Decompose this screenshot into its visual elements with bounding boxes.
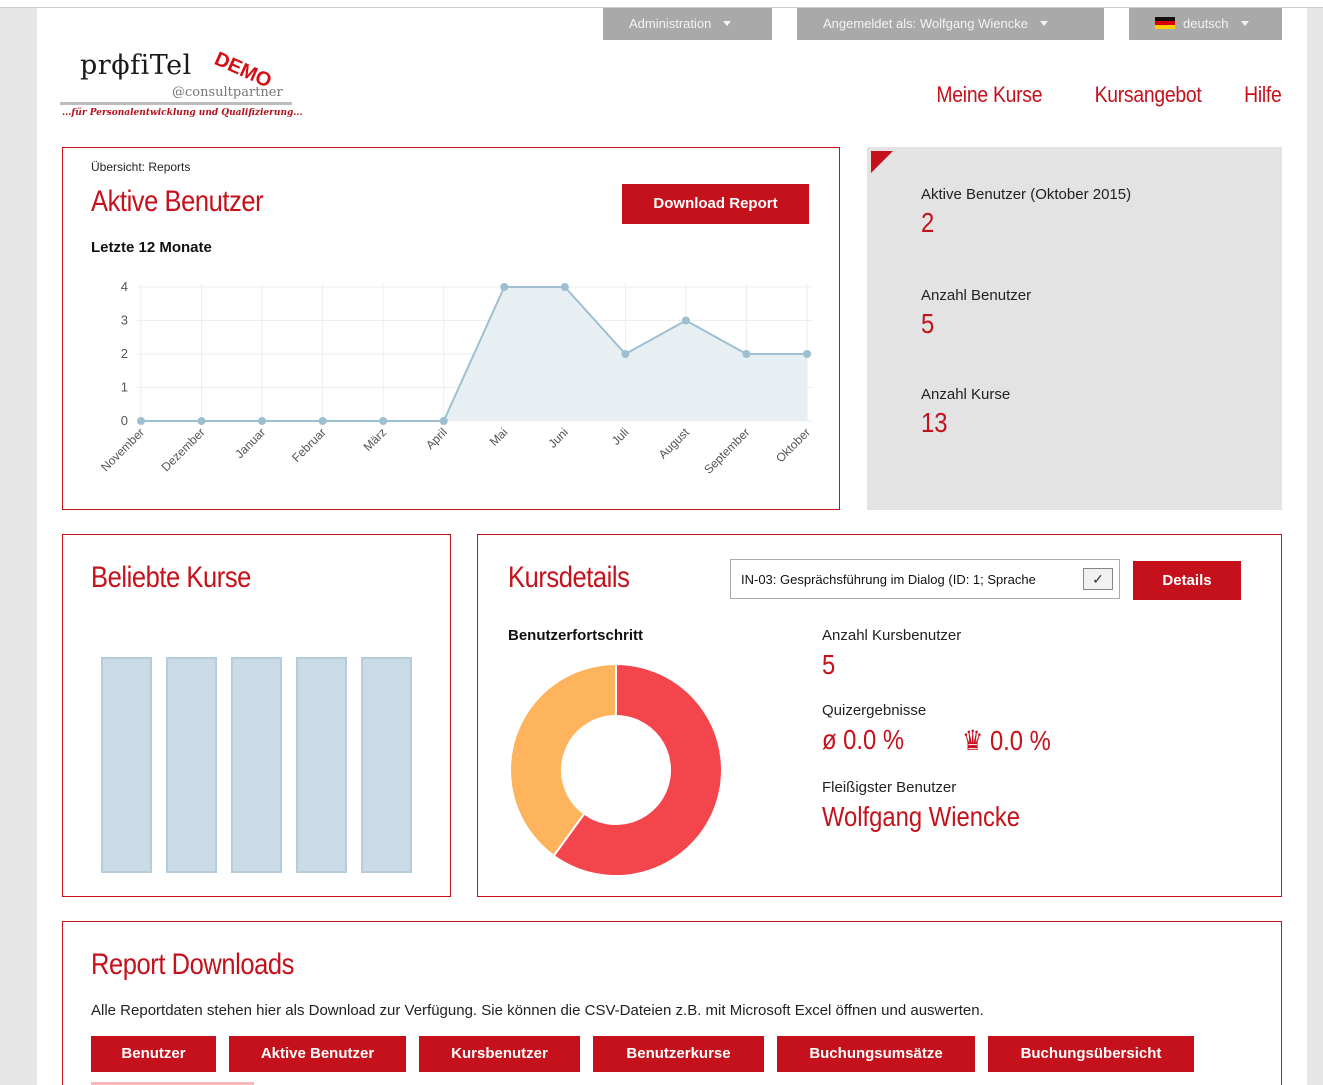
data-point bbox=[137, 417, 145, 425]
quiz-best-value: ♛ 0.0 % bbox=[962, 725, 1051, 756]
top-user-label: Fleißigster Benutzer bbox=[822, 779, 957, 796]
panel-title: Report Downloads bbox=[91, 948, 294, 981]
browser-top-edge bbox=[0, 0, 1323, 8]
x-tick-label: Mai bbox=[487, 425, 511, 449]
data-point bbox=[621, 350, 630, 358]
popular-course-bar bbox=[166, 657, 217, 873]
report-downloads-panel: Report Downloads Alle Reportdaten stehen… bbox=[62, 921, 1282, 1085]
download-benutzer-button[interactable]: Benutzer bbox=[91, 1036, 216, 1072]
popular-course-bar bbox=[231, 657, 282, 873]
data-point bbox=[379, 417, 388, 425]
profitel-logo[interactable]: prϕfiTel DEMO @consultpartner ...für Per… bbox=[60, 44, 303, 126]
nav-hilfe[interactable]: Hilfe bbox=[1245, 82, 1283, 108]
y-tick-label: 4 bbox=[121, 279, 128, 294]
data-point bbox=[439, 417, 448, 425]
chevron-down-icon bbox=[1039, 21, 1048, 26]
corner-marker bbox=[871, 151, 893, 173]
x-tick-label: Januar bbox=[232, 425, 268, 461]
x-tick-label: Dezember bbox=[159, 425, 208, 474]
download-aktive-benutzer-button[interactable]: Aktive Benutzer bbox=[229, 1036, 406, 1072]
x-tick-label: Februar bbox=[289, 425, 329, 465]
top-user-value: Wolfgang Wiencke bbox=[822, 801, 1020, 832]
language-label: deutsch bbox=[1183, 16, 1229, 31]
course-users-value: 5 bbox=[822, 649, 836, 680]
user-count-label: Anzahl Benutzer bbox=[921, 287, 1032, 304]
course-select[interactable]: IN-03: Gesprächsführung im Dialog (ID: 1… bbox=[730, 559, 1120, 599]
details-button[interactable]: Details bbox=[1133, 561, 1241, 600]
data-point bbox=[803, 350, 811, 358]
logged-in-label: Angemeldet als: Wolfgang Wiencke bbox=[823, 16, 1028, 31]
panel-title: Kursdetails bbox=[508, 561, 630, 594]
y-tick-label: 3 bbox=[121, 313, 128, 328]
course-details-panel: Kursdetails IN-03: Gesprächsführung im D… bbox=[477, 534, 1282, 897]
popular-course-bar bbox=[101, 657, 152, 873]
administration-dropdown[interactable]: Administration bbox=[603, 8, 772, 40]
administration-label: Administration bbox=[629, 16, 712, 31]
data-point bbox=[197, 417, 206, 425]
quiz-average-value: ø 0.0 % bbox=[822, 724, 905, 755]
stats-panel: Aktive Benutzer (Oktober 2015) 2 Anzahl … bbox=[867, 147, 1282, 510]
data-point bbox=[681, 316, 690, 325]
x-tick-label: Oktober bbox=[773, 425, 813, 465]
x-tick-label: November bbox=[98, 425, 147, 474]
user-count-value: 5 bbox=[921, 308, 935, 339]
x-tick-label: März bbox=[361, 425, 390, 454]
nav-meine-kurse[interactable]: Meine Kurse bbox=[936, 82, 1042, 108]
course-count-value: 13 bbox=[921, 407, 948, 438]
chevron-down-icon bbox=[723, 21, 732, 26]
active-users-month-label: Aktive Benutzer (Oktober 2015) bbox=[921, 186, 1132, 203]
download-buchungsuebersicht-button[interactable]: Buchungsübersicht bbox=[988, 1036, 1194, 1072]
quiz-results-label: Quizergebnisse bbox=[822, 702, 927, 719]
main-nav: Meine Kurse Kursangebot Hilfe bbox=[922, 82, 1282, 108]
logo-subbrand: @consultpartner bbox=[172, 85, 283, 100]
german-flag-icon bbox=[1155, 17, 1175, 29]
data-point bbox=[742, 350, 751, 358]
x-tick-label: Juni bbox=[545, 425, 570, 450]
chevron-down-icon[interactable]: ✓ bbox=[1083, 568, 1113, 590]
data-point bbox=[560, 283, 569, 291]
y-tick-label: 1 bbox=[121, 380, 128, 395]
logo-brand: prϕfiTel bbox=[80, 50, 192, 81]
course-count-label: Anzahl Kurse bbox=[921, 386, 1011, 403]
panel-title: Beliebte Kurse bbox=[91, 561, 251, 594]
y-tick-label: 0 bbox=[121, 413, 128, 428]
x-tick-label: Juli bbox=[609, 425, 632, 448]
data-point bbox=[500, 283, 509, 291]
x-tick-label: August bbox=[656, 425, 693, 462]
chevron-down-icon bbox=[1240, 21, 1249, 26]
logo-tagline: ...für Personalentwicklung und Qualifizi… bbox=[62, 108, 303, 118]
course-users-label: Anzahl Kursbenutzer bbox=[822, 627, 962, 644]
popular-course-bar bbox=[361, 657, 412, 873]
course-select-value: IN-03: Gesprächsführung im Dialog (ID: 1… bbox=[741, 572, 1036, 587]
active-users-month-value: 2 bbox=[921, 207, 935, 238]
download-kursbenutzer-button[interactable]: Kursbenutzer bbox=[419, 1036, 580, 1072]
user-dropdown[interactable]: Angemeldet als: Wolfgang Wiencke bbox=[797, 8, 1104, 40]
breadcrumb: Übersicht: Reports bbox=[91, 160, 191, 174]
download-report-button[interactable]: Download Report bbox=[622, 184, 809, 224]
progress-label: Benutzerfortschritt bbox=[508, 627, 644, 644]
download-benutzerkurse-button[interactable]: Benutzerkurse bbox=[593, 1036, 764, 1072]
user-progress-donut bbox=[509, 662, 723, 877]
x-tick-label: April bbox=[423, 425, 450, 452]
active-users-panel: Übersicht: Reports Aktive Benutzer Downl… bbox=[62, 147, 840, 510]
logo-divider bbox=[60, 102, 292, 105]
downloads-description: Alle Reportdaten stehen hier als Downloa… bbox=[91, 1002, 984, 1019]
language-dropdown[interactable]: deutsch bbox=[1129, 8, 1282, 40]
nav-kursangebot[interactable]: Kursangebot bbox=[1095, 82, 1202, 108]
popular-courses-bars bbox=[101, 657, 412, 873]
y-tick-label: 2 bbox=[121, 346, 128, 361]
popular-courses-panel: Beliebte Kurse bbox=[62, 534, 451, 897]
data-point bbox=[318, 417, 327, 425]
x-tick-label: September bbox=[701, 425, 752, 476]
chart-subtitle: Letzte 12 Monate bbox=[91, 239, 212, 256]
popular-course-bar bbox=[296, 657, 347, 873]
data-point bbox=[258, 417, 267, 425]
download-buchungsumsaetze-button[interactable]: Buchungsumsätze bbox=[777, 1036, 975, 1072]
panel-title: Aktive Benutzer bbox=[91, 185, 264, 218]
active-users-line-chart: 0 1 2 3 4 November Dezember Januar Februar März Ap… bbox=[98, 279, 813, 477]
